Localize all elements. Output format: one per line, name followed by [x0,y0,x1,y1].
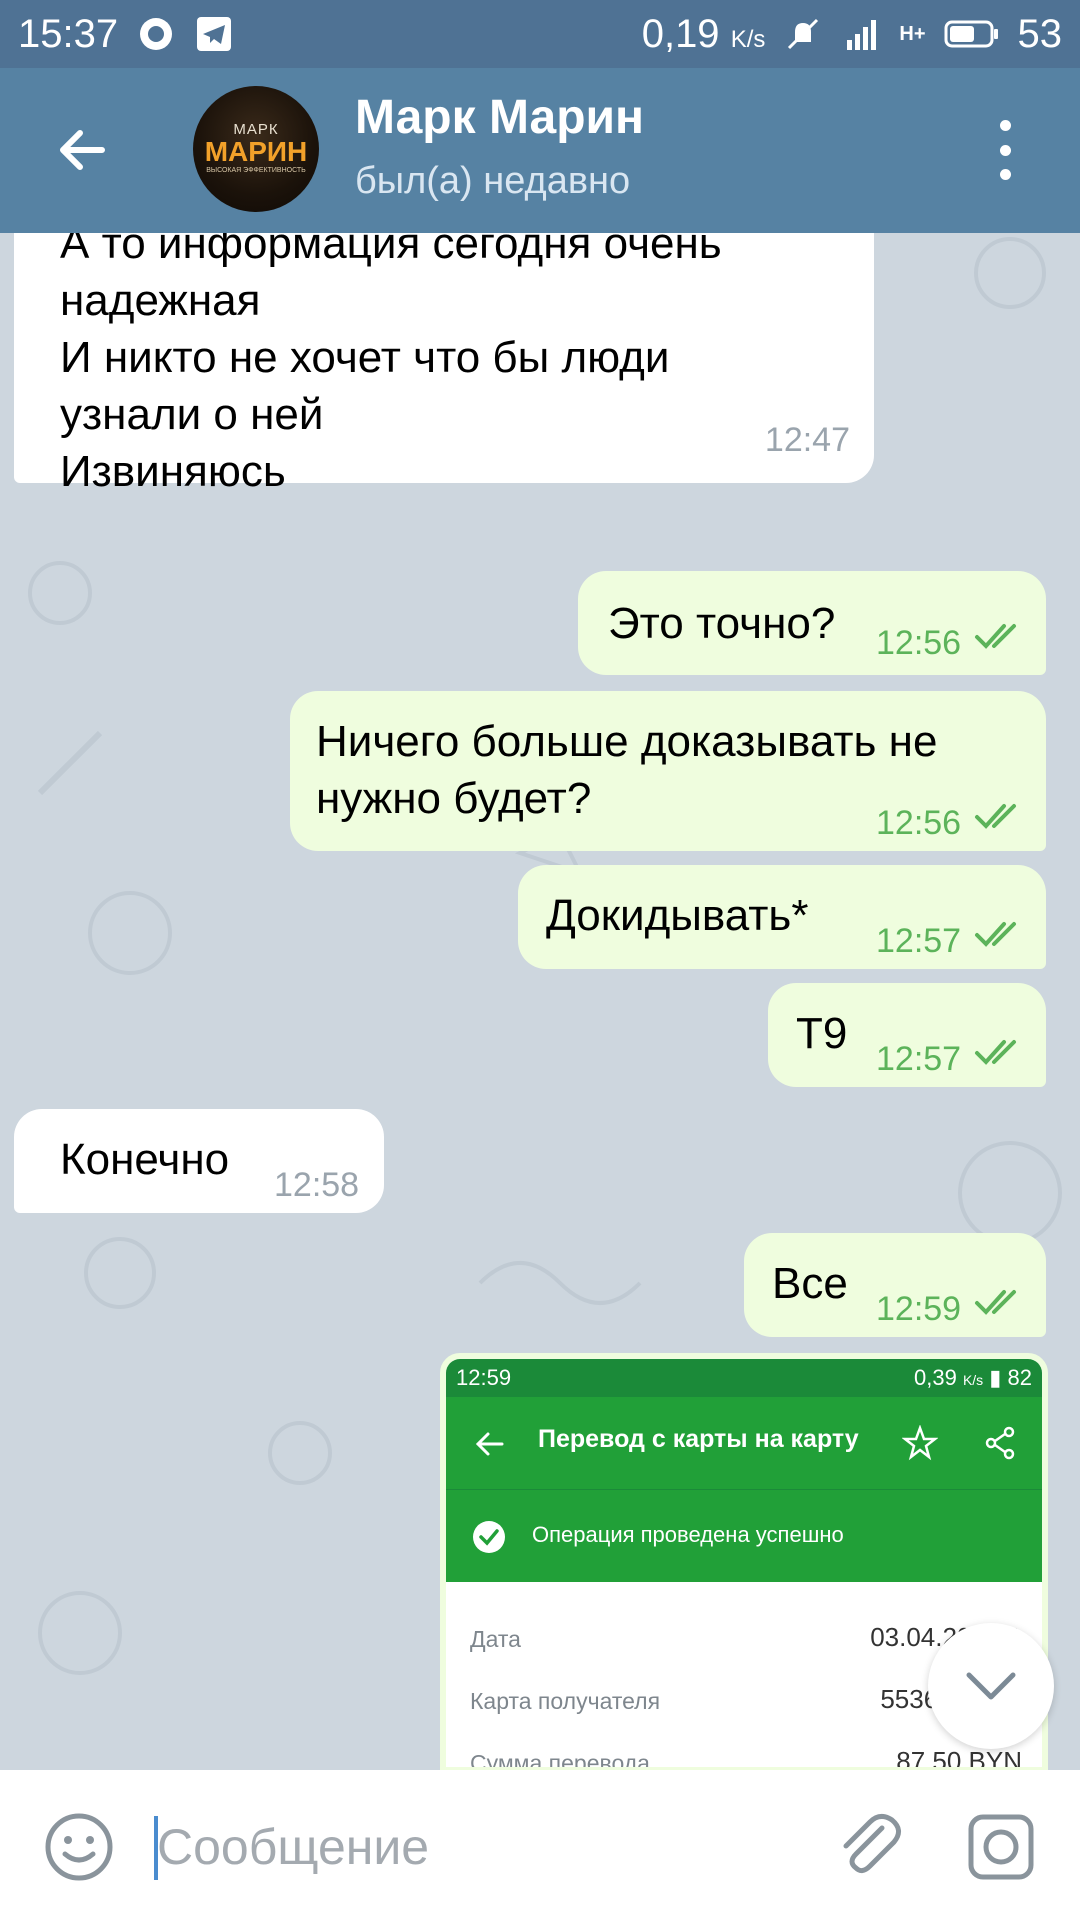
message-time: 12:57 [876,922,962,960]
network-speed: 0,19 K/s [641,11,766,56]
message-text: И никто не хочет что бы люди [60,333,670,382]
message-outgoing[interactable]: Докидывать* 12:57 [518,865,1046,969]
read-checkmarks-icon [975,624,1016,649]
app-notification-icon [140,18,173,50]
message-outgoing[interactable]: Т9 12:57 [768,983,1046,1087]
message-text: Извиняюсь [60,447,286,496]
chevron-down-icon [966,1672,1016,1700]
chat-area[interactable]: А то информация сегодня очень надежная И… [0,233,1080,1770]
battery-icon [944,20,998,48]
message-incoming[interactable]: Конечно 12:58 [14,1109,384,1213]
message-input[interactable] [155,1806,799,1888]
attach-icon[interactable] [830,1806,910,1886]
message-time: 12:47 [764,421,850,459]
message-text: надежная [60,276,261,325]
attachment-status-bar: 12:59 0,39 K/s ▮ 82 [446,1359,1042,1397]
avatar[interactable]: МАРК МАРИН ВЫСОКАЯ ЭФФЕКТИВНОСТЬ [193,86,319,212]
status-bar: 15:37 0,19 K/s H+ 53 [0,0,1080,68]
check-circle-icon [473,1521,505,1553]
contact-name[interactable]: Марк Марин [355,90,644,145]
clock: 15:37 [18,11,119,56]
chat-header: МАРК МАРИН ВЫСОКАЯ ЭФФЕКТИВНОСТЬ Марк Ма… [0,68,1080,233]
read-checkmarks-icon [975,922,1016,947]
message-text: Конечно [60,1135,230,1184]
message-input-bar [0,1770,1080,1920]
message-time: 12:59 [876,1290,962,1328]
message-incoming[interactable]: А то информация сегодня очень надежная И… [14,233,874,496]
message-time: 12:56 [876,804,962,842]
share-icon [985,1426,1015,1460]
back-arrow-icon[interactable] [52,120,112,180]
scroll-down-button[interactable] [928,1623,1054,1749]
message-text: Все [772,1259,848,1308]
camera-icon[interactable] [966,1812,1036,1882]
message-text: Т9 [796,1009,848,1058]
message-text: Докидывать* [546,891,809,940]
telegram-icon [197,17,232,51]
more-menu-icon[interactable] [990,120,1020,180]
contact-status: был(а) недавно [355,160,631,202]
battery-level: 53 [1017,11,1063,56]
read-checkmarks-icon [975,1290,1016,1315]
message-time: 12:58 [274,1166,360,1204]
message-text: А то информация сегодня очень [60,233,722,268]
message-outgoing[interactable]: Ничего больше доказывать не нужно будет?… [290,691,1046,851]
message-text: Это точно? [608,599,836,648]
message-time: 12:56 [876,624,962,662]
emoji-icon[interactable] [44,1812,114,1882]
message-outgoing[interactable]: Это точно? 12:56 [578,571,1046,675]
message-outgoing[interactable]: Все 12:59 [744,1233,1046,1337]
attachment-title: Перевод с карты на карту [538,1425,859,1453]
attachment-back-icon [475,1432,504,1456]
network-type: H+ [899,22,926,45]
mute-bell-icon [788,18,819,50]
signal-icon [847,20,877,50]
attachment-success-banner: Операция проведена успешно [446,1489,1042,1582]
star-icon [902,1425,938,1461]
message-text: Ничего больше доказывать не [316,717,938,766]
read-checkmarks-icon [975,1040,1016,1065]
message-text: узнали о ней [60,390,324,439]
attachment-toolbar: Перевод с карты на карту [446,1397,1042,1489]
read-checkmarks-icon [975,804,1016,829]
message-time: 12:57 [876,1040,962,1078]
